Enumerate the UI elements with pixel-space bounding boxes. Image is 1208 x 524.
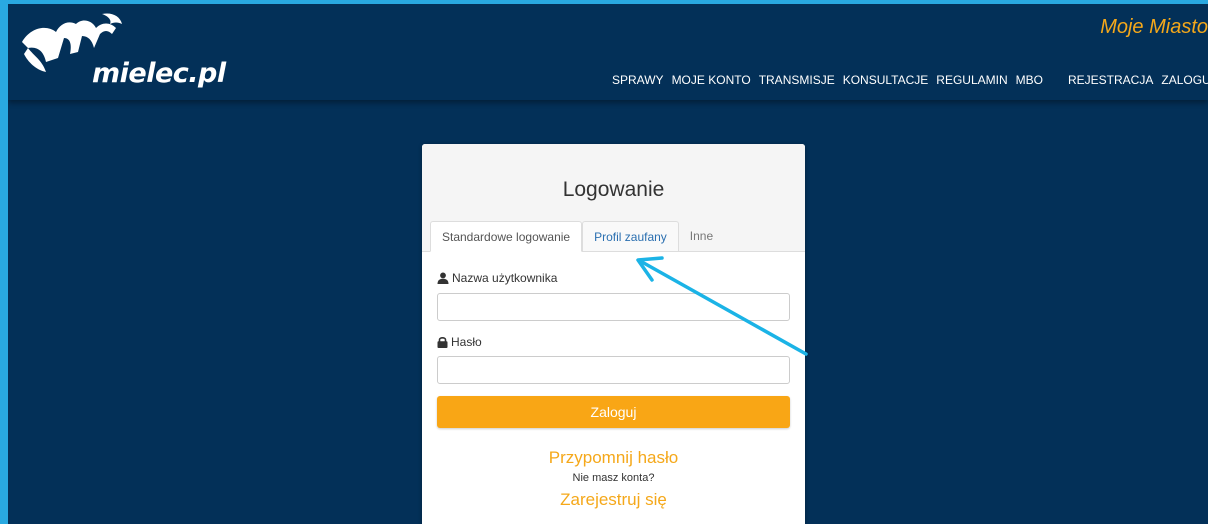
site-logo[interactable]: mielec.pl bbox=[16, 12, 226, 96]
password-input[interactable] bbox=[437, 356, 790, 384]
page-frame: mielec.pl Moje Miasto SPRAWY MOJE KONTO … bbox=[0, 0, 1208, 524]
nav-item-transmisje[interactable]: TRANSMISJE bbox=[759, 73, 835, 87]
username-label: Nazwa użytkownika bbox=[437, 271, 557, 285]
nav-item-konsultacje[interactable]: KONSULTACJE bbox=[843, 73, 929, 87]
nav-item-mbo[interactable]: MBO bbox=[1016, 73, 1043, 87]
no-account-text: Nie masz konta? bbox=[572, 472, 655, 484]
login-button[interactable]: Zaloguj bbox=[437, 396, 790, 428]
password-label-text: Hasło bbox=[451, 335, 482, 349]
nav-item-moje-konto[interactable]: MOJE KONTO bbox=[672, 73, 751, 87]
auth-nav: REJESTRACJA ZALOGUJ bbox=[1068, 73, 1208, 87]
logo-text: mielec.pl bbox=[92, 58, 226, 89]
remind-password-link[interactable]: Przypomnij hasło bbox=[422, 448, 805, 468]
user-icon bbox=[437, 272, 449, 284]
login-card-header: Logowanie Standardowe logowanie Profil z… bbox=[422, 144, 805, 252]
login-title: Logowanie bbox=[562, 178, 665, 201]
login-card: Logowanie Standardowe logowanie Profil z… bbox=[422, 144, 805, 524]
nav-item-rejestracja[interactable]: REJESTRACJA bbox=[1068, 73, 1153, 87]
site-header: mielec.pl Moje Miasto SPRAWY MOJE KONTO … bbox=[8, 4, 1208, 100]
lock-icon bbox=[437, 337, 448, 348]
main-nav: SPRAWY MOJE KONTO TRANSMISJE KONSULTACJE… bbox=[612, 73, 1051, 87]
register-link[interactable]: Zarejestruj się bbox=[422, 490, 805, 510]
site-tagline: Moje Miasto bbox=[1100, 16, 1208, 38]
username-label-text: Nazwa użytkownika bbox=[452, 271, 558, 285]
nav-item-zaloguj[interactable]: ZALOGUJ bbox=[1161, 73, 1208, 87]
nav-item-sprawy[interactable]: SPRAWY bbox=[612, 73, 664, 87]
login-tabs: Standardowe logowanie Profil zaufany Inn… bbox=[430, 221, 724, 252]
tab-other[interactable]: Inne bbox=[679, 221, 724, 251]
nav-item-regulamin[interactable]: REGULAMIN bbox=[936, 73, 1007, 87]
tab-standard-login[interactable]: Standardowe logowanie bbox=[430, 221, 583, 252]
tab-trusted-profile[interactable]: Profil zaufany bbox=[582, 221, 679, 251]
password-label: Hasło bbox=[437, 335, 482, 349]
username-input[interactable] bbox=[437, 293, 790, 321]
